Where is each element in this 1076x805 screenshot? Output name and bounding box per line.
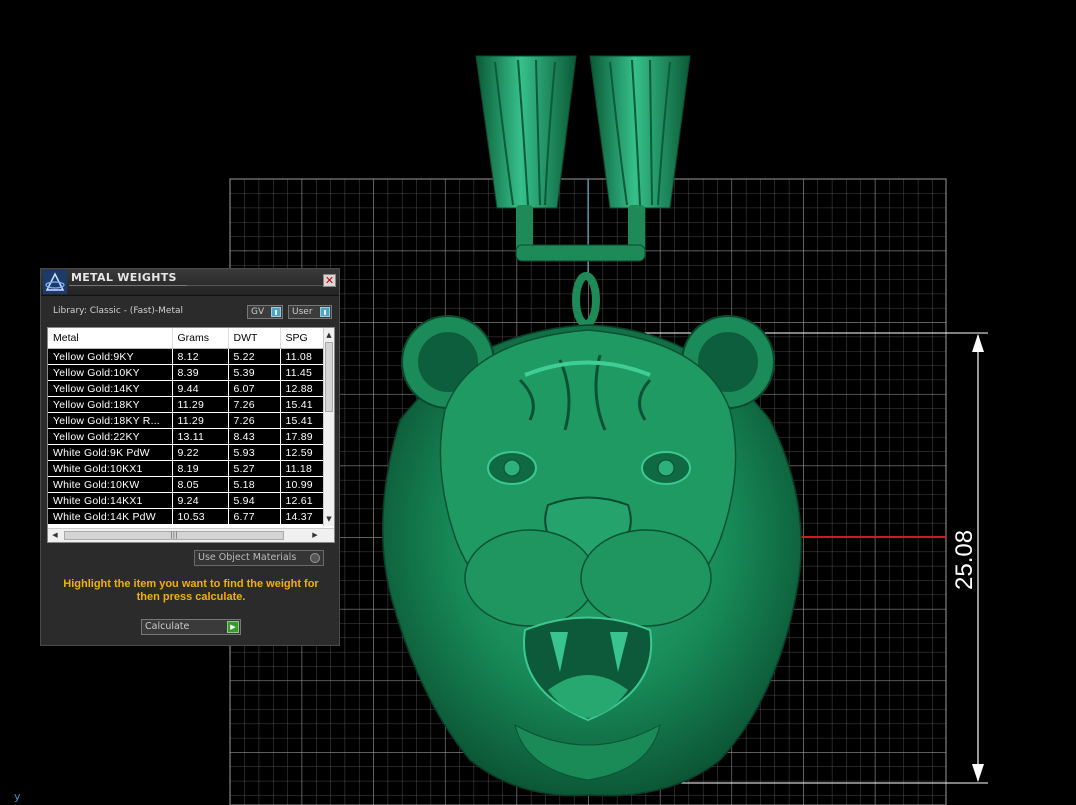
table-row[interactable]: Yellow Gold:18KY 11.29 7.26 15.41 [48, 396, 325, 413]
cell-grams: 11.29 [172, 396, 229, 413]
calculate-button[interactable]: Calculate ▶ [141, 619, 241, 635]
cell-spg: 17.89 [280, 428, 325, 445]
column-header-dwt[interactable]: DWT [228, 328, 281, 349]
cell-dwt: 5.39 [228, 364, 281, 381]
gv-toggle-label: GV [251, 307, 265, 317]
table-row[interactable]: Yellow Gold:10KY 8.39 5.39 11.45 [48, 364, 325, 381]
cell-grams: 11.29 [172, 412, 229, 429]
table-row[interactable]: White Gold:9K PdW 9.22 5.93 12.59 [48, 444, 325, 461]
column-header-metal[interactable]: Metal [48, 328, 173, 349]
cell-metal: Yellow Gold:14KY [48, 380, 173, 397]
cell-grams: 9.24 [172, 492, 229, 509]
instruction-text: Highlight the item you want to find the … [63, 578, 319, 603]
column-header-spg[interactable]: SPG [280, 328, 325, 349]
cell-spg: 15.41 [280, 412, 325, 429]
cell-dwt: 7.26 [228, 412, 281, 429]
app-logo-icon [43, 270, 67, 294]
cell-grams: 9.44 [172, 380, 229, 397]
table-row[interactable]: White Gold:10KW 8.05 5.18 10.99 [48, 476, 325, 493]
cell-metal: Yellow Gold:10KY [48, 364, 173, 381]
cell-dwt: 5.18 [228, 476, 281, 493]
cell-dwt: 5.22 [228, 348, 281, 365]
cell-grams: 9.22 [172, 444, 229, 461]
panel-titlebar[interactable]: METAL WEIGHTS ✕ [41, 269, 339, 296]
table-row[interactable]: White Gold:14KX1 9.24 5.94 12.61 [48, 492, 325, 509]
cell-metal: Yellow Gold:9KY [48, 348, 173, 365]
scroll-left-icon[interactable]: ◀ [50, 530, 60, 541]
cell-metal: Yellow Gold:18KY R... [48, 412, 173, 429]
close-button[interactable]: ✕ [323, 274, 336, 287]
cell-metal: White Gold:14KX1 [48, 492, 173, 509]
vertical-scrollbar[interactable]: ▲ ▼ [323, 328, 334, 526]
calculate-label: Calculate [145, 621, 190, 632]
panel-title: METAL WEIGHTS [71, 271, 177, 284]
table-row[interactable]: Yellow Gold:22KY 13.11 8.43 17.89 [48, 428, 325, 445]
scroll-thumb[interactable]: ||| [64, 531, 284, 540]
cell-metal: Yellow Gold:18KY [48, 396, 173, 413]
scroll-right-icon[interactable]: ▶ [310, 530, 320, 541]
cell-spg: 11.18 [280, 460, 325, 477]
cell-metal: White Gold:9K PdW [48, 444, 173, 461]
table-row[interactable]: White Gold:14K PdW 10.53 6.77 14.37 [48, 508, 325, 525]
table-row[interactable]: Yellow Gold:9KY 8.12 5.22 11.08 [48, 348, 325, 365]
cell-spg: 12.61 [280, 492, 325, 509]
cell-grams: 8.12 [172, 348, 229, 365]
axis-indicator-y: y [14, 790, 21, 803]
cell-grams: 10.53 [172, 508, 229, 525]
cell-grams: 13.11 [172, 428, 229, 445]
cell-dwt: 7.26 [228, 396, 281, 413]
horizontal-scrollbar[interactable]: ◀ ||| ▶ [48, 528, 334, 542]
cell-dwt: 5.93 [228, 444, 281, 461]
cell-dwt: 6.77 [228, 508, 281, 525]
toggle-knob-icon [271, 307, 281, 317]
cell-dwt: 8.43 [228, 428, 281, 445]
cell-metal: White Gold:10KW [48, 476, 173, 493]
use-object-materials-option[interactable]: Use Object Materials [194, 550, 324, 566]
dimension-value: 25.08 [951, 529, 978, 590]
cell-dwt: 6.07 [228, 380, 281, 397]
cell-spg: 12.59 [280, 444, 325, 461]
cell-grams: 8.19 [172, 460, 229, 477]
table-row[interactable]: Yellow Gold:18KY R... 11.29 7.26 15.41 [48, 412, 325, 429]
scroll-thumb[interactable] [325, 342, 333, 412]
user-toggle[interactable]: User [288, 305, 332, 319]
table-row[interactable]: Yellow Gold:14KY 9.44 6.07 12.88 [48, 380, 325, 397]
titlebar-divider [187, 285, 323, 286]
cell-dwt: 5.27 [228, 460, 281, 477]
cell-grams: 8.05 [172, 476, 229, 493]
cell-spg: 15.41 [280, 396, 325, 413]
play-arrow-icon: ▶ [227, 621, 239, 633]
cell-spg: 11.45 [280, 364, 325, 381]
cell-metal: White Gold:10KX1 [48, 460, 173, 477]
title-divider [69, 285, 187, 286]
metal-weights-panel[interactable]: METAL WEIGHTS ✕ Library: Classic - (Fast… [40, 268, 340, 646]
cell-dwt: 5.94 [228, 492, 281, 509]
table-header-row: Metal Grams DWT SPG [48, 328, 325, 349]
cell-metal: White Gold:14K PdW [48, 508, 173, 525]
column-header-grams[interactable]: Grams [172, 328, 229, 349]
library-label: Library: Classic - (Fast)-Metal [53, 306, 184, 316]
cell-spg: 12.88 [280, 380, 325, 397]
scroll-up-icon[interactable]: ▲ [325, 330, 333, 340]
tiger-head-pendant [381, 315, 802, 797]
cell-spg: 14.37 [280, 508, 325, 525]
scroll-down-icon[interactable]: ▼ [325, 514, 333, 524]
use-object-materials-label: Use Object Materials [198, 552, 297, 563]
toggle-knob-icon [320, 307, 330, 317]
user-toggle-label: User [292, 307, 313, 317]
cell-spg: 10.99 [280, 476, 325, 493]
table-row[interactable]: White Gold:10KX1 8.19 5.27 11.18 [48, 460, 325, 477]
cell-metal: Yellow Gold:22KY [48, 428, 173, 445]
radio-icon[interactable] [310, 553, 320, 563]
metal-table[interactable]: Metal Grams DWT SPG Yellow Gold:9KY 8.12 5… [47, 327, 335, 543]
gv-toggle[interactable]: GV [247, 305, 283, 319]
cell-grams: 8.39 [172, 364, 229, 381]
cell-spg: 11.08 [280, 348, 325, 365]
